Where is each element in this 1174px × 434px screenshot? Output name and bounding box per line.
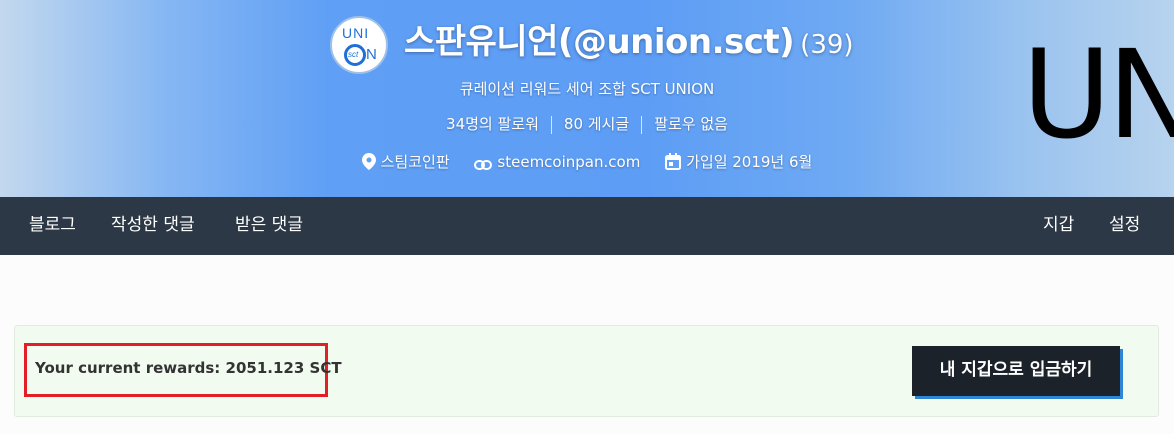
stats-divider — [550, 115, 552, 134]
website-info[interactable]: steemcoinpan.com — [474, 153, 640, 171]
logo-badge-text: sct — [348, 50, 359, 59]
logo-letter: N — [366, 46, 377, 63]
nav-wallet[interactable]: 지갑 — [1043, 197, 1074, 255]
logo-emblem: sct N — [344, 44, 377, 68]
profile-tagline: 큐레이션 리워드 세어 조합 SCT UNION — [459, 80, 715, 98]
link-icon — [474, 159, 493, 170]
location-info: 스팀코인판 — [361, 151, 450, 172]
nav-settings[interactable]: 설정 — [1109, 197, 1140, 255]
joined-text: 가입일 2019년 6월 — [686, 153, 813, 171]
profile-nav: 블로그 작성한 댓글 받은 댓글 지갑 설정 — [0, 197, 1174, 255]
profile-header: UNI UNI sct N 스판유니언(@union.sct)(39) 큐레이션… — [0, 0, 1174, 197]
stats-divider — [641, 115, 643, 134]
avatar[interactable]: UNI sct N — [330, 16, 388, 74]
current-rewards: Your current rewards: 2051.123 SCT — [35, 359, 342, 377]
profile-meta: 스팀코인판 steemcoinpan.com 가입일 2019년 6월 — [0, 151, 1174, 172]
map-pin-icon — [361, 153, 376, 170]
website-link[interactable]: steemcoinpan.com — [497, 153, 640, 171]
deposit-to-wallet-button[interactable]: 내 지갑으로 입금하기 — [912, 346, 1120, 396]
nav-received-comments[interactable]: 받은 댓글 — [235, 197, 303, 255]
display-name: 스판유니언(@union.sct) — [404, 22, 795, 62]
posts-count: 80 게시글 — [563, 115, 630, 133]
followers-count[interactable]: 34명의 팔로워 — [446, 115, 539, 133]
logo-text-top: UNI — [342, 25, 370, 41]
profile-title: 스판유니언(@union.sct) (39) — [404, 18, 854, 66]
profile-stats: 34명의 팔로워 80 게시글 팔로우 없음 — [0, 113, 1174, 134]
location-text: 스팀코인판 — [380, 153, 450, 171]
nav-blog[interactable]: 블로그 — [29, 197, 76, 255]
following-count[interactable]: 팔로우 없음 — [654, 115, 728, 133]
calendar-icon — [665, 153, 682, 170]
reputation-score: (39) — [800, 30, 854, 60]
joined-info: 가입일 2019년 6월 — [665, 151, 812, 172]
nav-my-comments[interactable]: 작성한 댓글 — [111, 197, 195, 255]
